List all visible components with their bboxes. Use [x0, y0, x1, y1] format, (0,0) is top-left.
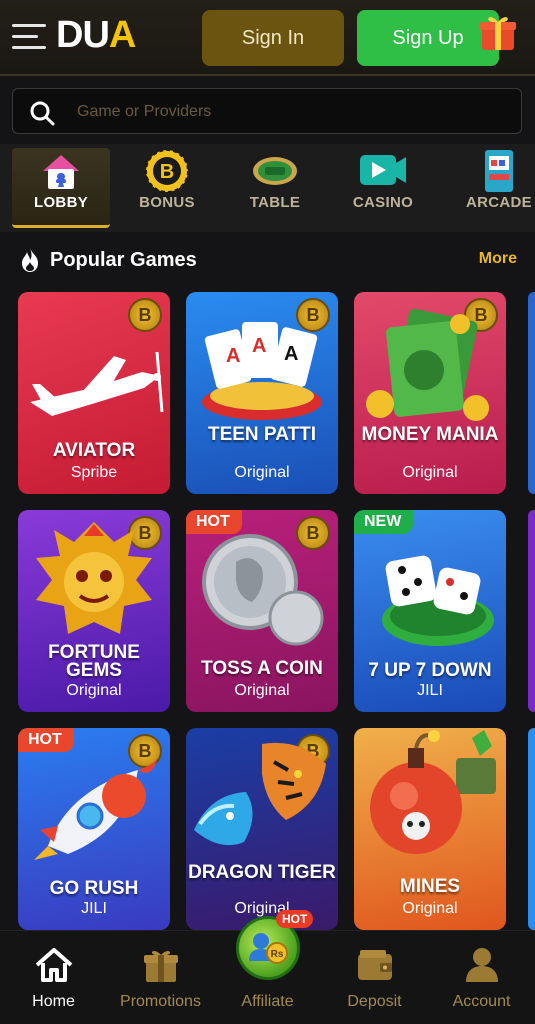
tab-casino[interactable]: CASINO [334, 148, 432, 228]
game-provider: Original [402, 900, 458, 917]
logo-main-text: DU [56, 14, 110, 56]
bonus-coin-icon: B [145, 149, 189, 193]
tab-bonus[interactable]: B BONUS [118, 148, 216, 228]
tab-lobby[interactable]: LOBBY [12, 148, 110, 228]
nav-label: Home [32, 993, 75, 1010]
bonus-badge-icon: B [128, 298, 162, 332]
game-name: TOSS A COIN [201, 658, 323, 679]
account-icon [465, 948, 498, 982]
gift-icon[interactable] [478, 12, 518, 52]
tab-lobby-label: LOBBY [34, 194, 88, 211]
logo[interactable]: DUA [56, 14, 136, 57]
tab-table-label: TABLE [249, 194, 301, 211]
airplane-icon [30, 351, 164, 416]
game-name: TEEN PATTI [207, 424, 317, 445]
game-card-teen-patti[interactable]: B A A A TEEN PATTI Original [186, 292, 338, 494]
fire-icon [22, 248, 38, 272]
game-card-peek[interactable] [528, 728, 535, 930]
game-card-dragon-tiger[interactable]: B DRAGON TIGER Original [186, 728, 338, 930]
nav-label: Account [452, 993, 511, 1010]
svg-text:A: A [226, 345, 240, 367]
game-name: GO RUSH [49, 878, 139, 899]
svg-text:A: A [284, 343, 298, 365]
tab-table[interactable]: TABLE [226, 148, 324, 228]
game-provider: Original [66, 682, 122, 699]
game-provider: Original [234, 900, 290, 917]
lobby-house-icon [43, 155, 79, 189]
casino-icon [360, 155, 406, 185]
game-provider: Original [234, 682, 290, 699]
hot-tag: HOT [18, 728, 74, 752]
nav-label: Deposit [347, 993, 402, 1010]
game-card-peek[interactable] [528, 510, 535, 712]
menu-icon[interactable] [12, 24, 46, 50]
game-card-go-rush[interactable]: HOT B GO RUSH JILI [18, 728, 170, 930]
game-name: MONEY MANIA [361, 424, 499, 445]
section-title: Popular Games [50, 248, 197, 271]
category-tabs: LOBBY B BONUS TABLE CASINO ARCADE [0, 144, 535, 232]
nav-label: Affiliate [241, 993, 294, 1010]
game-provider: Spribe [70, 464, 118, 481]
arcade-icon [485, 150, 513, 192]
popular-games-heading: Popular Games [20, 246, 197, 274]
game-name: DRAGON TIGER [188, 862, 336, 883]
game-name: FORTUNE GEMS [48, 642, 140, 681]
svg-text:A: A [252, 335, 266, 357]
golden-mask-icon [36, 522, 152, 634]
table-icon [253, 157, 297, 185]
game-card-money-mania[interactable]: B MONEY MANIA Original [354, 292, 506, 494]
svg-text:B: B [160, 161, 174, 183]
game-card-aviator[interactable]: B AVIATOR Spribe [18, 292, 170, 494]
logo-accent-text: A [108, 14, 136, 56]
money-stack-icon [366, 308, 489, 421]
game-name: AVIATOR [52, 440, 136, 461]
sign-in-button[interactable]: Sign In [202, 10, 344, 66]
tab-bonus-label: BONUS [139, 194, 195, 211]
game-card-mines[interactable]: MINES Original [354, 728, 506, 930]
nav-label: Promotions [120, 993, 201, 1010]
bomb-icon [370, 730, 496, 854]
top-header: DUA Sign In Sign Up [0, 0, 535, 76]
game-provider: Original [402, 464, 458, 481]
game-provider: Original [234, 464, 290, 481]
nav-deposit[interactable]: Deposit [321, 943, 428, 1011]
nav-account[interactable]: Account [428, 943, 535, 1011]
game-card-toss-a-coin[interactable]: HOT B TOSS A COIN Original [186, 510, 338, 712]
gift-icon [143, 950, 178, 982]
game-provider: JILI [81, 900, 107, 917]
game-name: 7 UP 7 DOWN [368, 660, 492, 681]
affiliate-hot-badge: HOT [276, 910, 314, 928]
game-provider: JILI [417, 682, 443, 699]
search-input[interactable] [77, 99, 497, 125]
search-icon [30, 101, 55, 126]
svg-text:Rs: Rs [271, 949, 284, 960]
wallet-icon [357, 950, 392, 980]
new-tag: NEW [354, 510, 414, 534]
dragon-tiger-icon [194, 742, 326, 846]
game-name: MINES [399, 876, 461, 897]
coin-icon [202, 534, 324, 646]
nav-home[interactable]: Home [0, 943, 107, 1011]
home-icon [35, 948, 72, 982]
rocket-icon [34, 756, 158, 860]
tab-arcade-label: ARCADE [466, 194, 532, 211]
game-card-fortune-gems[interactable]: B FORTUNE GEMS Original [18, 510, 170, 712]
game-card-7-up-7-down[interactable]: NEW 7 UP 7 DOWN JILI [354, 510, 506, 712]
tab-arcade[interactable]: ARCADE [450, 148, 535, 228]
more-link[interactable]: More [479, 250, 517, 268]
game-card-peek[interactable] [528, 292, 535, 494]
playing-cards-icon: A A A [202, 322, 322, 420]
dice-icon [382, 555, 494, 646]
tab-casino-label: CASINO [352, 194, 414, 211]
nav-promotions[interactable]: Promotions [107, 943, 214, 1011]
hot-tag: HOT [186, 510, 242, 534]
search-bar[interactable] [12, 88, 522, 134]
